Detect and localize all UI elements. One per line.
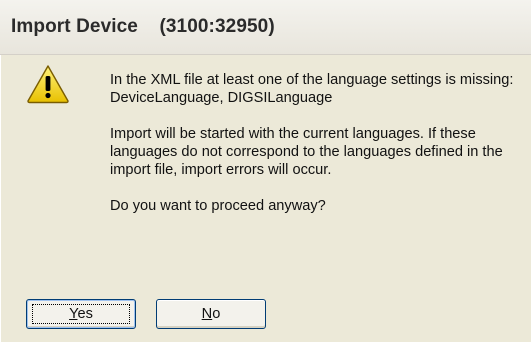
dialog-title: Import Device (3100:32950) <box>11 16 275 37</box>
message-text: In the XML file at least one of the lang… <box>110 71 520 215</box>
yes-button[interactable]: Yes <box>26 299 136 329</box>
warning-icon <box>27 65 69 104</box>
message-line-question: Do you want to proceed anyway? <box>110 198 326 214</box>
title-bar[interactable]: Import Device (3100:32950) <box>0 0 531 55</box>
focus-ring <box>32 304 130 324</box>
no-button[interactable]: No <box>156 299 266 329</box>
dialog-left-border <box>0 55 1 342</box>
no-button-label: No <box>201 306 221 322</box>
message-line-import-warning: Import will be started with the current … <box>110 126 503 178</box>
message-line-language-settings: In the XML file at least one of the lang… <box>110 72 514 106</box>
import-device-dialog: Import Device (3100:32950) In the XML fi… <box>0 0 531 342</box>
